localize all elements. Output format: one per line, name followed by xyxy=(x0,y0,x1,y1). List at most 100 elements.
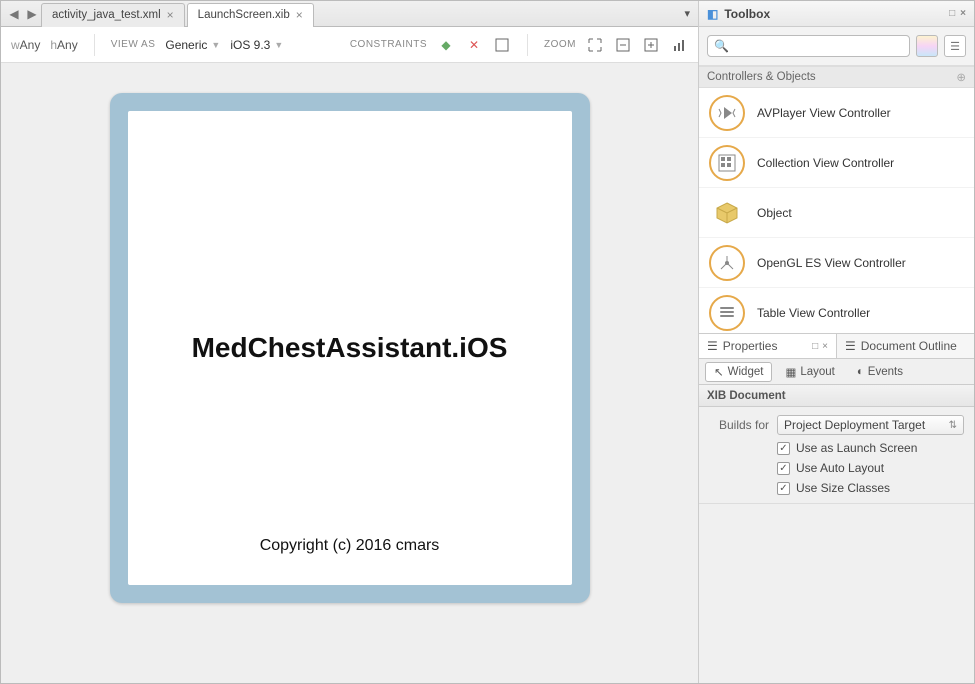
section-add-icon[interactable]: ⊕ xyxy=(956,70,966,84)
app-root: ◀ ▶ activity_java_test.xml × LaunchScree… xyxy=(0,0,975,684)
ios-version-dropdown[interactable]: iOS 9.3 ▼ xyxy=(230,38,283,52)
view-as-dropdown[interactable]: Generic ▼ xyxy=(165,38,220,52)
design-canvas[interactable]: MedChestAssistant.iOS Copyright (c) 2016… xyxy=(1,63,698,683)
toolbox-item-label: Table View Controller xyxy=(757,306,870,320)
zoom-fit-icon[interactable] xyxy=(586,36,604,54)
properties-label: Properties xyxy=(723,339,778,353)
widget-label: Widget xyxy=(728,366,764,378)
toolbox-icon: ◧ xyxy=(707,7,718,21)
auto-layout-label: Use Auto Layout xyxy=(796,461,884,475)
launch-screen-checkbox[interactable] xyxy=(777,442,790,455)
toolbox-title: Toolbox xyxy=(724,7,770,21)
properties-subtabs: ↖ Widget ▦ Layout ◐ Events xyxy=(699,359,974,385)
document-tabstrip: ◀ ▶ activity_java_test.xml × LaunchScree… xyxy=(1,1,698,27)
panel-close-icon[interactable]: × xyxy=(960,8,966,19)
pointer-icon: ↖ xyxy=(714,365,724,379)
builds-for-label: Builds for xyxy=(709,418,769,432)
constraints-label: CONSTRAINTS xyxy=(350,39,427,50)
layout-label: Layout xyxy=(800,366,835,378)
toolbox-search[interactable]: 🔍 xyxy=(707,35,910,57)
toolbox-item-object[interactable]: Object xyxy=(699,188,974,238)
xib-section-header: XIB Document xyxy=(699,385,974,407)
toolbox-section-header[interactable]: Controllers & Objects ⊕ xyxy=(699,66,974,88)
bottom-panel-tabs: ☰ Properties □ × ☰ Document Outline xyxy=(699,333,974,359)
ios-version-value: iOS 9.3 xyxy=(230,38,270,52)
zoom-chart-icon[interactable] xyxy=(670,36,688,54)
outline-icon: ☰ xyxy=(845,339,856,353)
toolbox-item-label: Object xyxy=(757,206,792,220)
tab-overflow-icon[interactable]: ▾ xyxy=(684,7,690,20)
document-outline-tab[interactable]: ☰ Document Outline xyxy=(837,334,974,358)
separator xyxy=(94,34,95,56)
properties-tab[interactable]: ☰ Properties □ × xyxy=(699,334,837,358)
tab-label: LaunchScreen.xib xyxy=(198,9,290,21)
panel-docking-icon[interactable]: □ xyxy=(949,8,955,19)
tab-activity-xml[interactable]: activity_java_test.xml × xyxy=(41,3,185,27)
toolbox-search-row: 🔍 ☰ xyxy=(699,27,974,66)
toolbox-item-avplayer[interactable]: AVPlayer View Controller xyxy=(699,88,974,138)
builds-for-row: Builds for Project Deployment Target ⇅ xyxy=(709,415,964,435)
events-label: Events xyxy=(868,366,903,378)
toolbox-item-label: Collection View Controller xyxy=(757,156,894,170)
device-screen[interactable]: MedChestAssistant.iOS Copyright (c) 2016… xyxy=(128,111,572,585)
toolbox-item-collection[interactable]: Collection View Controller xyxy=(699,138,974,188)
size-classes-row[interactable]: Use Size Classes xyxy=(709,481,964,495)
close-icon[interactable]: × xyxy=(296,8,303,22)
toolbox-header: ◧ Toolbox □ × xyxy=(699,1,974,27)
view-mode-compact-icon[interactable] xyxy=(916,35,938,57)
launch-screen-label: Use as Launch Screen xyxy=(796,441,917,455)
close-icon[interactable]: × xyxy=(167,8,174,22)
avplayer-icon xyxy=(709,95,745,131)
toolbox-item-table[interactable]: Table View Controller xyxy=(699,288,974,333)
chevron-down-icon: ▼ xyxy=(211,40,220,50)
zoom-in-icon[interactable] xyxy=(642,36,660,54)
designer-toolbar: wwAnyAny hAny VIEW AS Generic ▼ iOS 9.3 … xyxy=(1,27,698,63)
auto-layout-checkbox[interactable] xyxy=(777,462,790,475)
layout-icon: ▦ xyxy=(785,365,796,379)
auto-layout-row[interactable]: Use Auto Layout xyxy=(709,461,964,475)
events-icon: ◐ xyxy=(857,366,864,378)
editor-pane: ◀ ▶ activity_java_test.xml × LaunchScree… xyxy=(1,1,699,683)
opengl-icon xyxy=(709,245,745,281)
size-class-height[interactable]: hAny xyxy=(50,38,77,52)
app-title-label[interactable]: MedChestAssistant.iOS xyxy=(192,332,508,364)
builds-for-value: Project Deployment Target xyxy=(784,418,925,432)
chevron-down-icon: ▼ xyxy=(274,40,283,50)
search-icon: 🔍 xyxy=(714,39,729,53)
toolbox-section-title: Controllers & Objects xyxy=(707,71,816,83)
object-icon xyxy=(709,195,745,231)
toolbox-item-opengl[interactable]: OpenGL ES View Controller xyxy=(699,238,974,288)
nav-back-icon[interactable]: ◀ xyxy=(5,5,23,23)
constraints-frame-icon[interactable] xyxy=(493,36,511,54)
view-as-label: VIEW AS xyxy=(111,39,156,50)
panel-dock-icon[interactable]: □ xyxy=(812,341,818,352)
builds-for-dropdown[interactable]: Project Deployment Target ⇅ xyxy=(777,415,964,435)
constraints-add-icon[interactable]: ◆ xyxy=(437,36,455,54)
xib-form: Builds for Project Deployment Target ⇅ U… xyxy=(699,407,974,503)
zoom-out-icon[interactable] xyxy=(614,36,632,54)
toolbox-item-label: AVPlayer View Controller xyxy=(757,106,891,120)
xib-header-label: XIB Document xyxy=(707,390,786,402)
size-classes-label: Use Size Classes xyxy=(796,481,890,495)
collection-icon xyxy=(709,145,745,181)
size-class-width[interactable]: wwAnyAny xyxy=(11,38,40,52)
view-mode-list-icon[interactable]: ☰ xyxy=(944,35,966,57)
nav-forward-icon[interactable]: ▶ xyxy=(23,5,41,23)
toolbox-item-label: OpenGL ES View Controller xyxy=(757,256,906,270)
device-frame[interactable]: MedChestAssistant.iOS Copyright (c) 2016… xyxy=(110,93,590,603)
outline-label: Document Outline xyxy=(861,339,957,353)
panel-close-icon[interactable]: × xyxy=(822,341,828,352)
properties-icon: ☰ xyxy=(707,339,718,353)
toolbox-search-input[interactable] xyxy=(735,39,903,53)
size-classes-checkbox[interactable] xyxy=(777,482,790,495)
tab-launchscreen-xib[interactable]: LaunchScreen.xib × xyxy=(187,3,314,27)
zoom-label: ZOOM xyxy=(544,39,576,50)
launch-screen-row[interactable]: Use as Launch Screen xyxy=(709,441,964,455)
separator xyxy=(527,34,528,56)
tab-label: activity_java_test.xml xyxy=(52,9,161,21)
constraints-remove-icon[interactable]: ✕ xyxy=(465,36,483,54)
widget-tab[interactable]: ↖ Widget xyxy=(705,362,772,382)
events-tab[interactable]: ◐ Events xyxy=(848,362,912,382)
layout-tab[interactable]: ▦ Layout xyxy=(776,362,843,382)
copyright-label[interactable]: Copyright (c) 2016 cmars xyxy=(260,537,440,555)
